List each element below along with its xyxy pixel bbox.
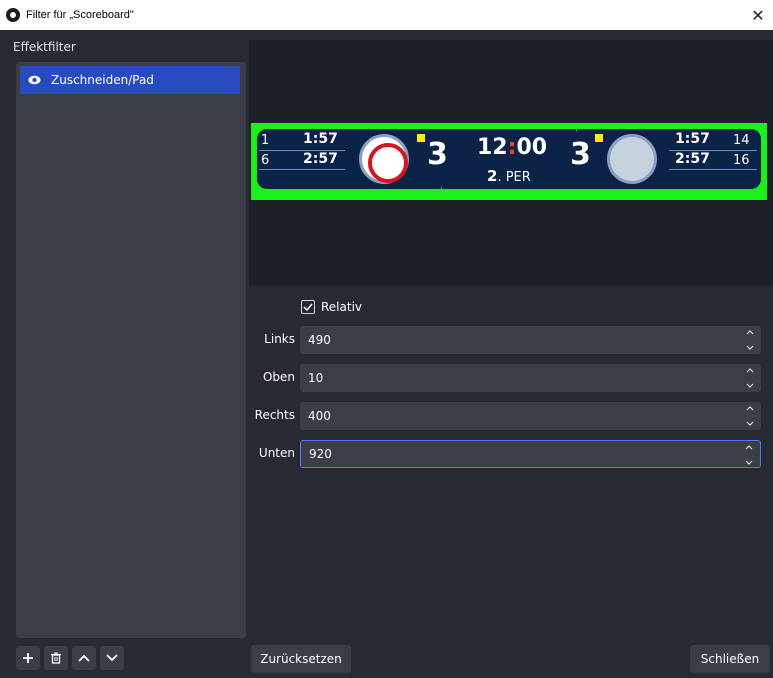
preview-area: 1 6 1:57 2:57 3 12:00 2. PER 3 1:57 2:57… — [249, 40, 773, 286]
obs-icon — [6, 8, 20, 22]
filter-item-crop-pad[interactable]: Zuschneiden/Pad — [20, 66, 240, 94]
left-spinbox[interactable]: 490 — [300, 326, 761, 354]
effect-filters-header: Effektfilter — [13, 40, 76, 54]
remove-filter-button[interactable] — [44, 646, 68, 670]
close-icon[interactable]: ✕ — [743, 0, 773, 30]
spin-arrows[interactable] — [744, 445, 754, 465]
away-panel — [561, 129, 761, 189]
eye-icon[interactable] — [28, 75, 41, 85]
window-title: Filter für „Scoreboard" — [26, 9, 134, 21]
left-label: Links — [264, 332, 295, 346]
bottom-spinbox[interactable]: 920 — [300, 440, 761, 468]
away-penalty-number-1: 14 — [733, 133, 750, 148]
chevron-down-icon[interactable] — [746, 345, 754, 350]
away-penalty-divider — [669, 150, 757, 151]
chevron-down-icon[interactable] — [746, 383, 754, 388]
move-up-button[interactable] — [72, 646, 96, 670]
spin-arrows[interactable] — [745, 330, 755, 350]
chevron-up-icon[interactable] — [746, 330, 754, 335]
chevron-up-icon[interactable] — [746, 406, 754, 411]
chevron-down-icon — [106, 654, 118, 662]
away-penalty-number-2: 16 — [733, 153, 750, 168]
filter-item-label: Zuschneiden/Pad — [51, 73, 154, 87]
chevron-up-icon[interactable] — [746, 368, 754, 373]
add-filter-button[interactable] — [16, 646, 40, 670]
relative-checkbox-row[interactable]: Relativ — [301, 300, 362, 314]
move-down-button[interactable] — [100, 646, 124, 670]
chevron-up-icon — [78, 654, 90, 662]
filter-toolbar — [16, 646, 124, 670]
home-penalty-time-1: 1:57 — [303, 131, 338, 147]
close-button[interactable]: Schließen — [690, 645, 770, 673]
chevron-up-icon[interactable] — [745, 445, 753, 450]
away-penalty-divider — [669, 169, 757, 170]
add-icon — [23, 653, 33, 663]
away-powerplay-indicator — [595, 134, 603, 142]
right-spinbox[interactable]: 400 — [300, 402, 761, 430]
relative-checkbox[interactable] — [301, 300, 315, 314]
home-penalty-number-1: 1 — [261, 133, 270, 148]
filter-list[interactable]: Zuschneiden/Pad — [16, 62, 246, 638]
reset-button[interactable]: Zurücksetzen — [251, 645, 351, 673]
home-penalty-divider — [259, 150, 345, 151]
scoreboard-preview: 1 6 1:57 2:57 3 12:00 2. PER 3 1:57 2:57… — [251, 123, 767, 200]
top-value: 10 — [308, 371, 324, 385]
spin-arrows[interactable] — [745, 368, 755, 388]
home-penalty-time-2: 2:57 — [303, 151, 338, 167]
filter-properties: Relativ Links 490 Oben 10 Rechts 400 Unt… — [249, 286, 773, 638]
relative-label: Relativ — [321, 300, 363, 314]
away-penalty-time-2: 2:57 — [675, 151, 710, 167]
away-penalty-time-1: 1:57 — [675, 131, 710, 147]
top-spinbox[interactable]: 10 — [300, 364, 761, 392]
top-label: Oben — [262, 370, 295, 384]
away-team-logo — [607, 134, 657, 184]
home-penalty-divider — [259, 169, 345, 170]
home-score: 3 — [427, 137, 448, 172]
title-bar: Filter für „Scoreboard" ✕ — [0, 0, 773, 30]
left-value: 490 — [308, 333, 331, 347]
game-clock: 12:00 — [477, 135, 548, 160]
spin-arrows[interactable] — [745, 406, 755, 426]
right-value: 400 — [308, 409, 331, 423]
home-team-logo — [359, 134, 409, 184]
trash-icon — [51, 652, 61, 664]
home-penalty-number-2: 6 — [261, 153, 270, 168]
chevron-down-icon[interactable] — [745, 460, 753, 465]
away-score: 3 — [570, 137, 591, 172]
bottom-value: 920 — [309, 447, 332, 461]
check-icon — [303, 303, 313, 311]
right-label: Rechts — [254, 408, 295, 422]
period-indicator: 2. PER — [487, 167, 531, 185]
bottom-label: Unten — [258, 446, 295, 460]
chevron-down-icon[interactable] — [746, 421, 754, 426]
home-powerplay-indicator — [417, 134, 425, 142]
